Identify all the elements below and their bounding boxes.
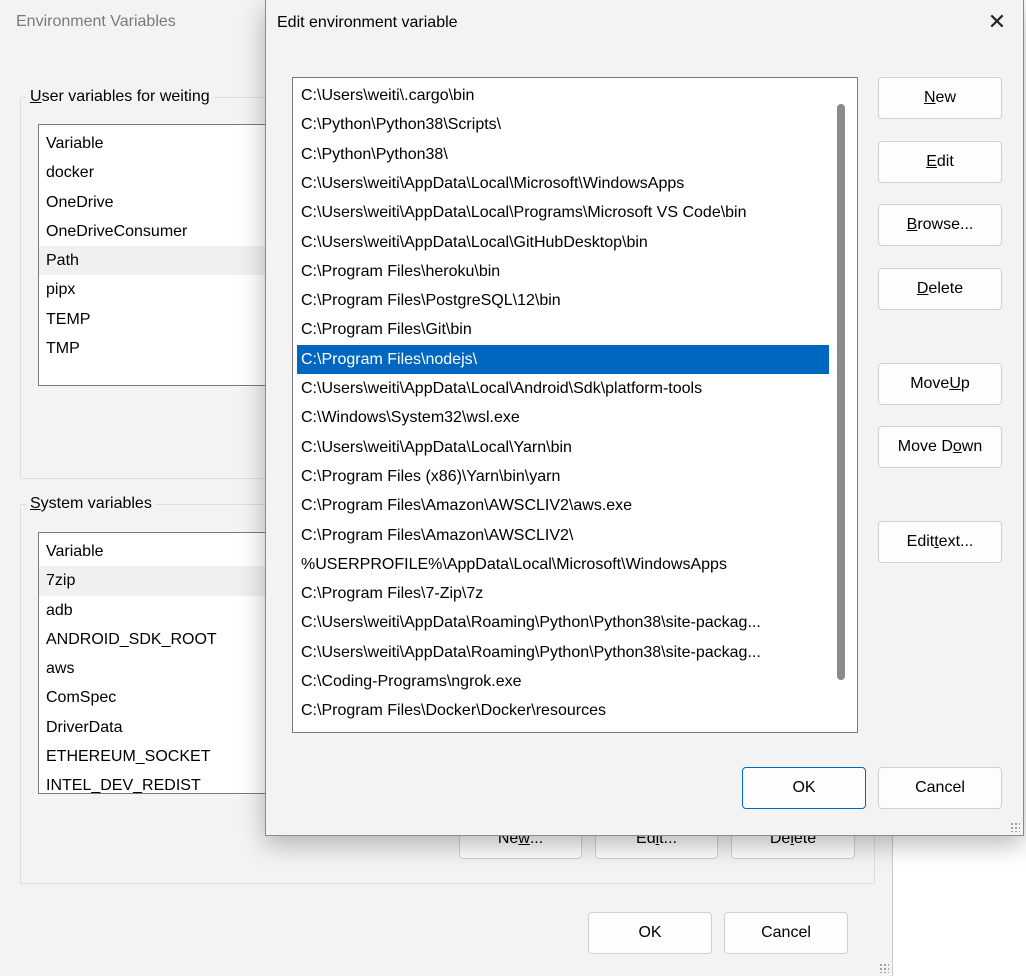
path-item[interactable]: C:\Program Files\Docker\Docker\resources xyxy=(297,696,829,725)
browse-button[interactable]: Browse... xyxy=(878,204,1002,246)
list-item[interactable]: TMP xyxy=(39,334,277,363)
path-item[interactable]: C:\Program Files\Amazon\AWSCLIV2\aws.exe xyxy=(297,491,829,520)
edit-environment-variable-dialog: Edit environment variable ✕ C:\Users\wei… xyxy=(265,0,1024,836)
path-item[interactable]: C:\Users\weiti\AppData\Local\Microsoft\W… xyxy=(297,169,829,198)
path-item[interactable]: C:\Users\weiti\.cargo\bin xyxy=(297,81,829,110)
user-variables-label: User variables for weiting xyxy=(26,88,214,106)
path-item[interactable]: C:\Users\weiti\AppData\Local\GitHubDeskt… xyxy=(297,228,829,257)
close-icon[interactable]: ✕ xyxy=(983,8,1011,36)
path-item[interactable]: C:\Users\weiti\AppData\Local\Programs\Mi… xyxy=(297,198,829,227)
list-item[interactable]: ETHEREUM_SOCKET xyxy=(39,742,277,771)
edit-text-button[interactable]: Edit t ext... xyxy=(878,521,1002,563)
list-item[interactable]: DriverData xyxy=(39,713,277,742)
edit-button[interactable]: Edit xyxy=(878,141,1002,183)
move-down-button[interactable]: Move Do wn xyxy=(878,426,1002,468)
path-item[interactable]: C:\Program Files\Amazon\AWSCLIV2\ xyxy=(297,521,829,550)
column-header-variable[interactable]: Variable xyxy=(39,537,277,566)
move-up-button[interactable]: Move Up xyxy=(878,363,1002,405)
list-item[interactable]: aws xyxy=(39,654,277,683)
column-header-variable[interactable]: Variable xyxy=(39,129,277,158)
path-list[interactable]: C:\Users\weiti\.cargo\bin C:\Python\Pytho… xyxy=(292,77,858,733)
dialog-cancel-button[interactable]: Cancel xyxy=(878,767,1002,809)
user-variables-list[interactable]: Variable docker OneDrive OneDriveConsume… xyxy=(38,124,278,386)
dialog-resize-grip-icon[interactable] xyxy=(1010,822,1020,832)
list-item[interactable]: INTEL_DEV_REDIST xyxy=(39,771,277,793)
new-button[interactable]: New xyxy=(878,77,1002,119)
list-item-selected[interactable]: 7zip xyxy=(39,566,277,596)
path-item[interactable]: C:\Program Files\heroku\bin xyxy=(297,257,829,286)
path-item[interactable]: C:\Program Files\Git\bin xyxy=(297,315,829,344)
ok-button[interactable]: OK xyxy=(588,912,712,954)
list-item[interactable]: pipx xyxy=(39,275,277,304)
list-item[interactable]: adb xyxy=(39,596,277,625)
system-variables-list[interactable]: Variable 7zip adb ANDROID_SDK_ROOT aws C… xyxy=(38,532,278,794)
list-item-selected[interactable]: Path xyxy=(39,246,277,276)
path-item[interactable]: %USERPROFILE%\AppData\Local\Microsoft\Wi… xyxy=(297,550,829,579)
path-item[interactable]: C:\Program Files\PostgreSQL\12\bin xyxy=(297,286,829,315)
path-item[interactable]: C:\Program Files\7-Zip\7z xyxy=(297,579,829,608)
path-item[interactable]: C:\Users\weiti\AppData\Roaming\Python\Py… xyxy=(297,638,829,667)
path-item[interactable]: C:\Python\Python38\Scripts\ xyxy=(297,110,829,139)
resize-grip-icon[interactable] xyxy=(879,963,889,973)
list-item[interactable]: ComSpec xyxy=(39,683,277,712)
list-item[interactable]: docker xyxy=(39,158,277,187)
path-item[interactable]: C:\Users\weiti\AppData\Local\Android\Sdk… xyxy=(297,374,829,403)
list-item[interactable]: OneDriveConsumer xyxy=(39,217,277,246)
list-item[interactable]: ANDROID_SDK_ROOT xyxy=(39,625,277,654)
path-item[interactable]: C:\Python\Python38\ xyxy=(297,140,829,169)
path-item[interactable]: C:\Users\weiti\AppData\Local\Yarn\bin xyxy=(297,433,829,462)
window-title: Environment Variables xyxy=(16,13,176,30)
dialog-title: Edit environment variable xyxy=(277,14,458,31)
path-item[interactable]: C:\Windows\System32\wsl.exe xyxy=(297,403,829,432)
path-item[interactable]: C:\Users\weiti\AppData\Roaming\Python\Py… xyxy=(297,608,829,637)
path-item-selected[interactable]: C:\Program Files\nodejs\ xyxy=(297,344,829,374)
delete-button[interactable]: Delete xyxy=(878,268,1002,310)
path-item[interactable]: C:\Coding-Programs\ngrok.exe xyxy=(297,667,829,696)
scrollbar-thumb[interactable] xyxy=(837,104,845,680)
list-item[interactable]: OneDrive xyxy=(39,188,277,217)
path-item[interactable]: C:\Program Files (x86)\Yarn\bin\yarn xyxy=(297,462,829,491)
list-item[interactable]: TEMP xyxy=(39,305,277,334)
dialog-ok-button[interactable]: OK xyxy=(742,767,866,809)
system-variables-label: System variables xyxy=(26,495,156,513)
cancel-button[interactable]: Cancel xyxy=(724,912,848,954)
